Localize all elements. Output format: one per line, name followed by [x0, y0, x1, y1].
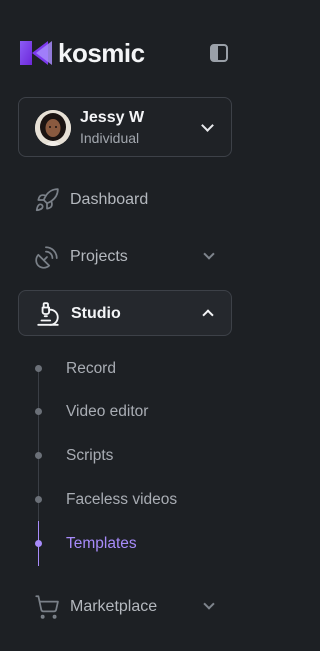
submenu-label: Scripts [66, 447, 114, 464]
submenu-dot [35, 452, 42, 459]
sidebar-collapse-icon[interactable] [210, 44, 228, 62]
nav-item-projects[interactable]: Projects [18, 234, 232, 280]
avatar [35, 110, 71, 146]
nav-label-studio: Studio [71, 305, 121, 322]
submenu-label: Video editor [66, 403, 149, 420]
submenu-item-templates[interactable]: Templates [28, 528, 228, 560]
submenu-dot [35, 408, 42, 415]
submenu-item-video-editor[interactable]: Video editor [28, 396, 228, 428]
chevron-down-icon [201, 119, 214, 132]
user-name: Jessy W [80, 109, 145, 126]
microscope-icon [37, 302, 59, 326]
chevron-down-icon [203, 598, 215, 610]
submenu-item-record[interactable]: Record [28, 353, 228, 385]
nav-label-marketplace: Marketplace [70, 598, 158, 615]
account-switcher[interactable]: Jessy W Individual [18, 97, 232, 157]
brand-header: kosmic [18, 37, 232, 69]
submenu-dot [35, 540, 42, 547]
brand-name: kosmic [58, 38, 145, 68]
satellite-dish-icon [35, 246, 58, 269]
submenu-item-faceless-videos[interactable]: Faceless videos [28, 484, 228, 516]
nav-label-dashboard: Dashboard [70, 191, 149, 208]
submenu-dot [35, 365, 42, 372]
kosmic-logo-icon [20, 41, 52, 65]
submenu-label: Faceless videos [66, 491, 178, 508]
chevron-up-icon [202, 309, 214, 321]
submenu-dot [35, 496, 42, 503]
submenu-label: Record [66, 360, 116, 377]
user-plan: Individual [80, 130, 140, 146]
submenu-item-scripts[interactable]: Scripts [28, 440, 228, 472]
nav-label-projects: Projects [70, 248, 128, 265]
submenu-label: Templates [66, 535, 137, 552]
nav-item-marketplace[interactable]: Marketplace [18, 584, 232, 630]
nav-item-studio[interactable]: Studio [18, 290, 232, 336]
nav-item-dashboard[interactable]: Dashboard [18, 177, 232, 223]
rocket-icon [35, 188, 59, 212]
chevron-down-icon [203, 248, 215, 260]
shopping-cart-icon [35, 595, 59, 619]
